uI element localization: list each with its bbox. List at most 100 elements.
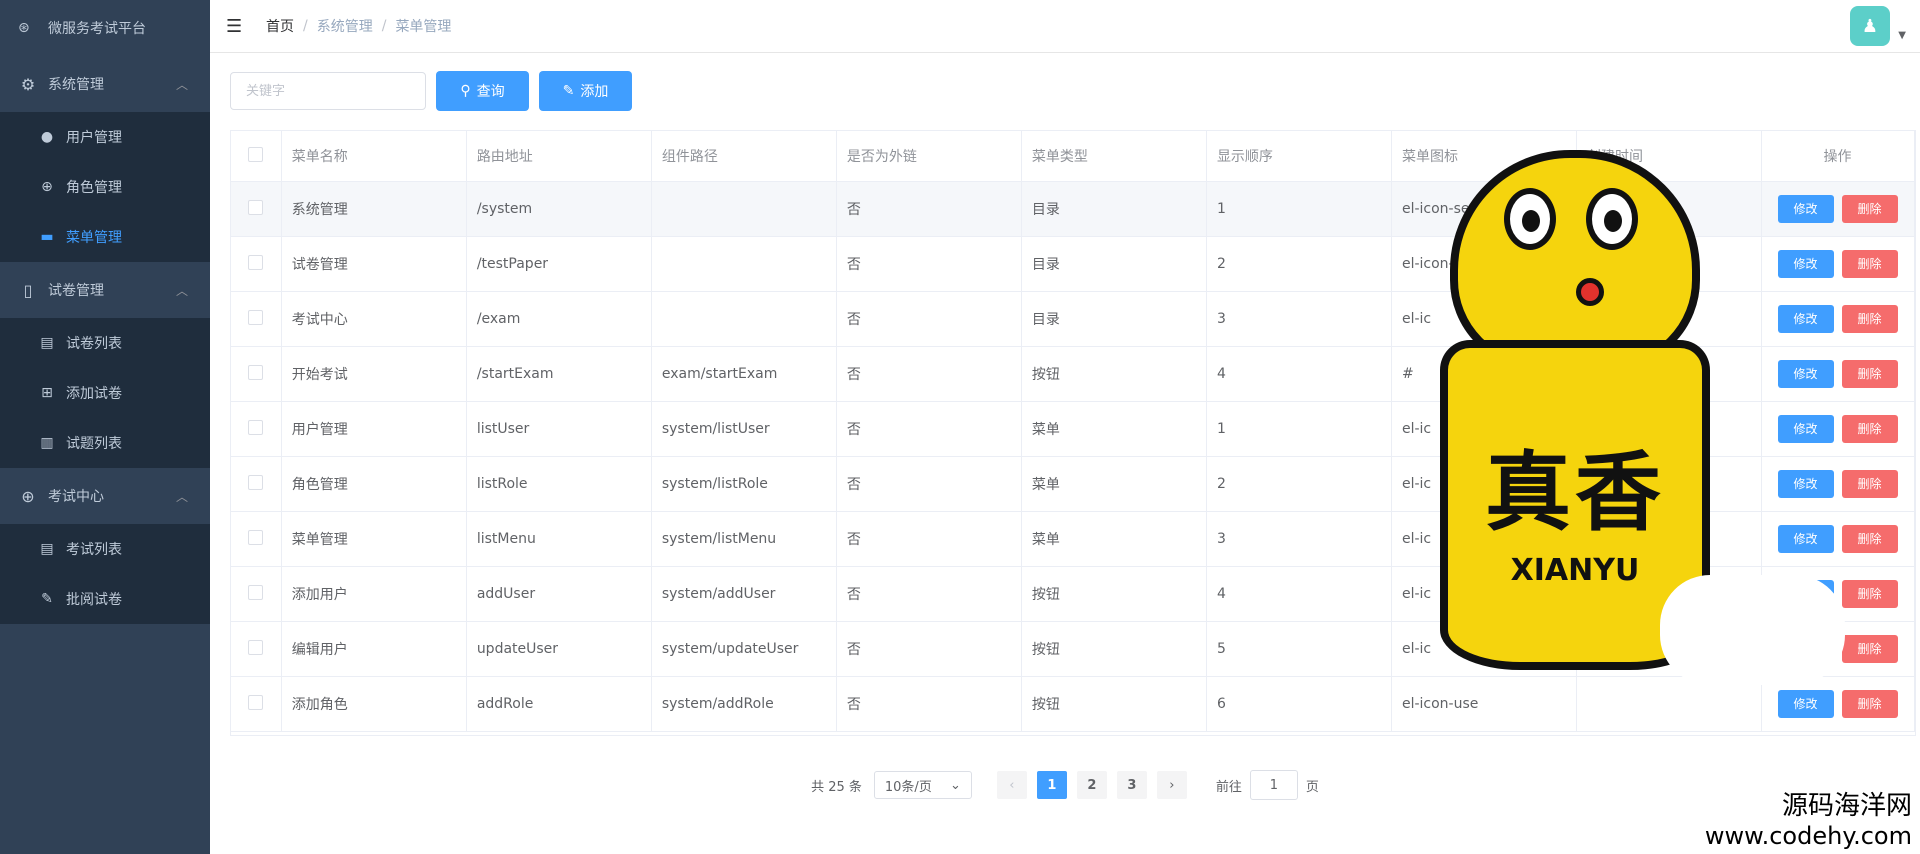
caret-down-icon[interactable]: ▼ — [1898, 30, 1906, 41]
delete-button[interactable]: 删除 — [1841, 525, 1898, 553]
page-button[interactable]: 2 — [1076, 771, 1107, 799]
add-button[interactable]: ✎ 添加 — [539, 71, 632, 111]
submenu-paper[interactable]: ▯ 试卷管理 ︿ — [0, 262, 210, 318]
query-button[interactable]: ⚲ 查询 — [436, 71, 529, 111]
sidebar-item-review-paper[interactable]: ✎ 批阅试卷 — [0, 574, 210, 624]
app-logo[interactable]: ⊛ 微服务考试平台 — [0, 0, 210, 56]
edit-button[interactable]: 修改 — [1777, 690, 1834, 718]
next-page-button[interactable]: › — [1156, 771, 1187, 799]
column-header: 是否为外链 — [836, 131, 1022, 182]
page-size-select[interactable]: 10条/页 ⌄ — [873, 771, 972, 799]
sidebar-item-question-list[interactable]: ▥ 试题列表 — [0, 418, 210, 468]
cell-type: 目录 — [1021, 291, 1207, 347]
row-checkbox[interactable] — [247, 529, 263, 545]
sidebar-item-label: 添加试卷 — [66, 386, 122, 402]
edit-button[interactable]: 修改 — [1777, 305, 1834, 333]
cell-order: 3 — [1206, 291, 1392, 347]
row-checkbox[interactable] — [247, 694, 263, 710]
select-all-checkbox[interactable] — [247, 146, 263, 162]
goto-label: 前往 — [1215, 779, 1242, 795]
row-select-cell — [231, 456, 282, 512]
sidebar-item-menus[interactable]: ▬ 菜单管理 — [0, 212, 210, 262]
sidebar: ⊛ 微服务考试平台 ⚙ 系统管理 ︿ ● 用户管理 ⊕ 角色管理 ▬ 菜单管理 … — [0, 0, 210, 854]
submenu-items: ▤ 考试列表 ✎ 批阅试卷 — [0, 524, 210, 624]
add-button-label: 添加 — [580, 84, 609, 100]
page-button[interactable]: 3 — [1116, 771, 1147, 799]
row-checkbox[interactable] — [247, 254, 263, 270]
row-checkbox[interactable] — [247, 639, 263, 655]
query-button-label: 查询 — [476, 84, 505, 100]
row-checkbox[interactable] — [247, 309, 263, 325]
column-header: 路由地址 — [466, 131, 652, 182]
cell-component — [651, 236, 837, 292]
edit-button[interactable]: 修改 — [1777, 525, 1834, 553]
hamburger-icon[interactable]: ☰ — [226, 16, 248, 37]
cell-component: exam/startExam — [651, 346, 837, 402]
edit-button[interactable]: 修改 — [1777, 415, 1834, 443]
cell-external: 否 — [836, 181, 1022, 237]
row-select-cell — [231, 676, 282, 732]
cell-order: 2 — [1206, 456, 1392, 512]
delete-button[interactable]: 删除 — [1841, 305, 1898, 333]
cell-name: 开始考试 — [281, 346, 467, 402]
submenu-label: 系统管理 — [48, 77, 104, 93]
document-icon: ▤ — [40, 335, 54, 351]
cell-actions: 修改删除 — [1761, 456, 1915, 512]
avatar[interactable]: ♟ — [1850, 6, 1890, 46]
sidebar-item-exam-list[interactable]: ▤ 考试列表 — [0, 524, 210, 574]
role-icon: ⊕ — [41, 179, 53, 195]
sidebar-item-label: 角色管理 — [66, 180, 122, 196]
watermark: 源码海洋网 www.codehy.com — [1705, 790, 1912, 850]
cell-path: addRole — [466, 676, 652, 732]
edit-button[interactable]: 修改 — [1777, 360, 1834, 388]
goto-input[interactable]: 1 — [1249, 770, 1298, 800]
delete-button[interactable]: 删除 — [1841, 470, 1898, 498]
row-checkbox[interactable] — [247, 474, 263, 490]
sidebar-item-paper-list[interactable]: ▤ 试卷列表 — [0, 318, 210, 368]
delete-button[interactable]: 删除 — [1841, 195, 1898, 223]
cell-path: /system — [466, 181, 652, 237]
delete-button[interactable]: 删除 — [1841, 635, 1898, 663]
cell-type: 目录 — [1021, 181, 1207, 237]
row-checkbox[interactable] — [247, 419, 263, 435]
search-input[interactable] — [230, 72, 426, 110]
menu-group-system: ⚙ 系统管理 ︿ ● 用户管理 ⊕ 角色管理 ▬ 菜单管理 — [0, 56, 210, 262]
delete-button[interactable]: 删除 — [1841, 580, 1898, 608]
sidebar-item-roles[interactable]: ⊕ 角色管理 — [0, 162, 210, 212]
cell-type: 按钮 — [1021, 676, 1207, 732]
row-checkbox[interactable] — [247, 364, 263, 380]
cell-path: listMenu — [466, 511, 652, 567]
row-checkbox[interactable] — [247, 584, 263, 600]
edit-button[interactable]: 修改 — [1777, 470, 1834, 498]
column-header: 菜单类型 — [1021, 131, 1207, 182]
row-select-cell — [231, 181, 282, 237]
cell-order: 2 — [1206, 236, 1392, 292]
cell-actions: 修改删除 — [1761, 291, 1915, 347]
delete-button[interactable]: 删除 — [1841, 360, 1898, 388]
cell-component: system/updateUser — [651, 621, 837, 677]
add-document-icon: ⊞ — [41, 385, 53, 401]
chevron-up-icon: ︿ — [175, 490, 188, 504]
sidebar-item-users[interactable]: ● 用户管理 — [0, 112, 210, 162]
delete-button[interactable]: 删除 — [1841, 250, 1898, 278]
delete-button[interactable]: 删除 — [1841, 415, 1898, 443]
column-header: 组件路径 — [651, 131, 837, 182]
sidebar-item-add-paper[interactable]: ⊞ 添加试卷 — [0, 368, 210, 418]
page-button[interactable]: 1 — [1036, 771, 1067, 799]
cell-component — [651, 181, 837, 237]
breadcrumb-home[interactable]: 首页 — [266, 16, 294, 36]
delete-button[interactable]: 删除 — [1841, 690, 1898, 718]
submenu-exam[interactable]: ⊕ 考试中心 ︿ — [0, 468, 210, 524]
cell-component: system/addUser — [651, 566, 837, 622]
watermark-line1: 源码海洋网 — [1781, 791, 1912, 821]
page-jumper: 前往 1 页 — [1216, 770, 1319, 800]
sticker-title: 真香 — [1485, 443, 1665, 543]
document-icon: ▤ — [40, 541, 54, 557]
row-checkbox[interactable] — [247, 199, 263, 215]
submenu-system[interactable]: ⚙ 系统管理 ︿ — [0, 56, 210, 112]
prev-page-button[interactable]: ‹ — [996, 771, 1027, 799]
sticker-subtitle: XIANYU — [1510, 553, 1640, 588]
cell-path: /startExam — [466, 346, 652, 402]
edit-button[interactable]: 修改 — [1777, 195, 1834, 223]
edit-button[interactable]: 修改 — [1777, 250, 1834, 278]
